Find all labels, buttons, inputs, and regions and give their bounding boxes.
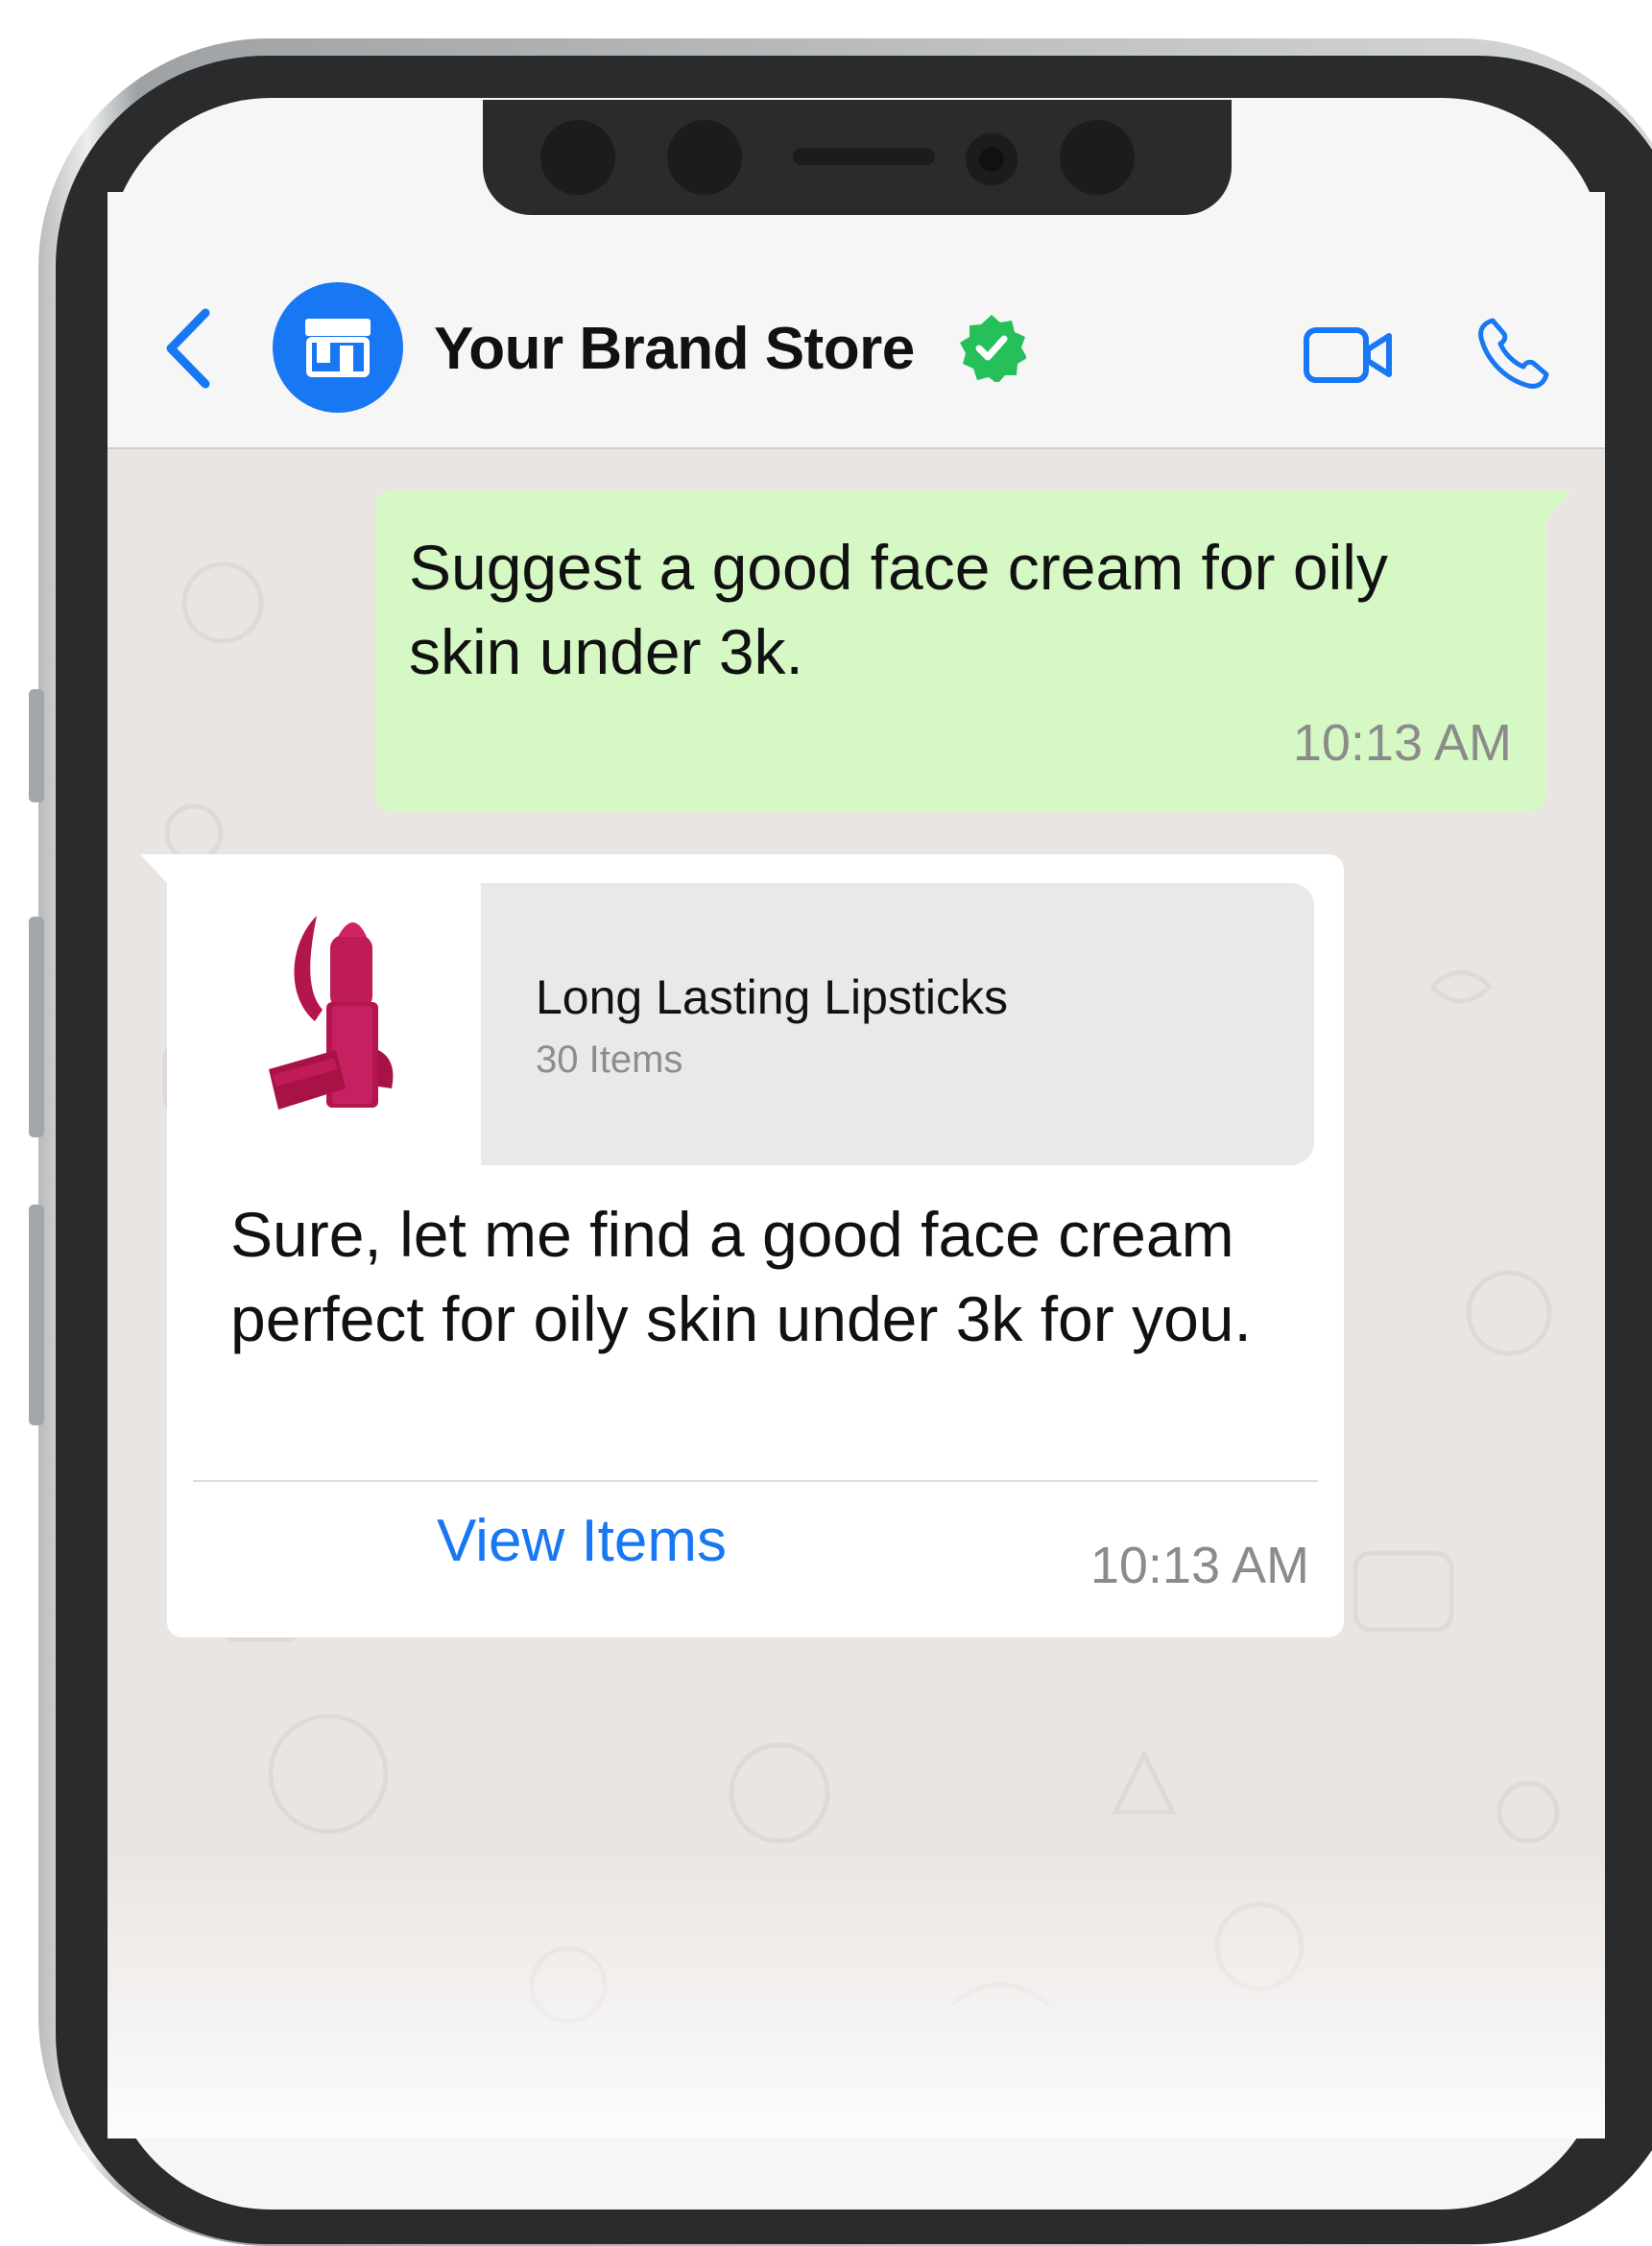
catalog-item-count: 30 Items (536, 1039, 683, 1081)
outgoing-message-text: Suggest a good face cream for oily skin … (409, 532, 1388, 687)
outgoing-message-time: 10:13 AM (1292, 714, 1512, 772)
phone-icon[interactable] (1475, 315, 1552, 392)
volume-down-button (29, 1205, 44, 1425)
front-camera (966, 133, 1018, 185)
chat-area[interactable]: Suggest a good face cream for oily skin … (108, 449, 1605, 2138)
phone-notch (483, 100, 1232, 215)
view-items-button[interactable]: View Items (167, 1507, 996, 1575)
store-name: Your Brand Store (434, 316, 915, 382)
notch-speaker (793, 148, 935, 165)
bottom-fade (108, 1851, 1605, 2138)
verified-badge-icon (960, 315, 1026, 382)
chat-header: Your Brand Store (108, 192, 1605, 449)
avatar[interactable] (273, 282, 403, 413)
catalog-card[interactable]: Long Lasting Lipsticks 30 Items (481, 883, 1314, 1165)
incoming-message-bubble: Long Lasting Lipsticks 30 Items Sure, le… (167, 854, 1344, 1637)
outgoing-message-bubble: Suggest a good face cream for oily skin … (375, 490, 1546, 811)
incoming-bubble-tail (140, 854, 167, 883)
lipstick-product-image (269, 916, 394, 1110)
catalog-name: Long Lasting Lipsticks (536, 970, 1008, 1024)
incoming-message-time: 10:13 AM (1089, 1537, 1309, 1594)
chevron-left-icon[interactable] (157, 305, 219, 392)
incoming-message-text: Sure, let me find a good face cream perf… (230, 1199, 1252, 1354)
silent-switch (29, 689, 44, 802)
notch-sensor (667, 120, 742, 195)
notch-sensor (1060, 120, 1135, 195)
notch-sensor (540, 120, 615, 195)
video-camera-icon[interactable] (1303, 324, 1394, 387)
volume-up-button (29, 917, 44, 1137)
bubble-divider (193, 1480, 1318, 1482)
storefront-icon (305, 319, 371, 377)
outgoing-bubble-tail (1545, 490, 1572, 519)
